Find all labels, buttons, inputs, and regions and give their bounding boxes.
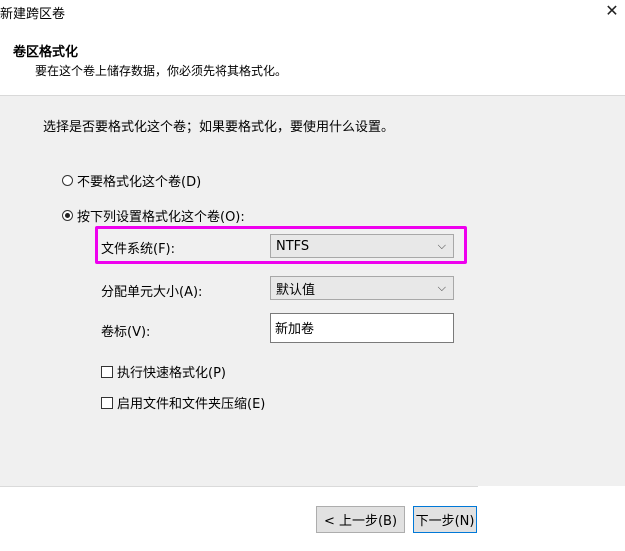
format-label: 按下列设置格式化这个卷(O):	[77, 210, 245, 225]
quick-format-checkbox[interactable]	[101, 365, 113, 378]
compression-label: 启用文件和文件夹压缩(E)	[117, 397, 266, 412]
page-title: 卷区格式化	[13, 45, 79, 60]
format-radio[interactable]	[62, 210, 73, 221]
page-subtitle: 要在这个卷上储存数据，你必须先将其格式化。	[35, 64, 288, 78]
close-icon[interactable]: ✕	[602, 1, 622, 21]
quick-format-label: 执行快速格式化(P)	[117, 366, 226, 381]
allocation-label: 分配单元大小(A):	[101, 285, 203, 300]
back-button[interactable]: < 上一步(B)	[316, 506, 405, 533]
no-format-label: 不要格式化这个卷(D)	[77, 175, 202, 190]
no-format-option[interactable]: 不要格式化这个卷(D)	[62, 171, 201, 190]
no-format-radio[interactable]	[62, 175, 73, 186]
compression-checkbox[interactable]	[101, 396, 113, 409]
footer-divider	[0, 486, 478, 487]
chevron-down-icon: ⌵	[437, 281, 446, 294]
allocation-value: 默认值	[276, 282, 316, 298]
compression-option[interactable]: 启用文件和文件夹压缩(E)	[101, 393, 265, 412]
instruction-text: 选择是否要格式化这个卷；如果要格式化，要使用什么设置。	[43, 120, 395, 135]
allocation-select[interactable]: 默认值 ⌵	[270, 276, 454, 300]
volume-label-label: 卷标(V):	[101, 325, 151, 340]
next-button[interactable]: 下一步(N)	[413, 506, 477, 533]
window-title: 新建跨区卷	[0, 7, 66, 22]
volume-label-input[interactable]: 新加卷	[270, 313, 454, 343]
highlight-box	[95, 226, 467, 264]
format-option[interactable]: 按下列设置格式化这个卷(O):	[62, 206, 245, 225]
quick-format-option[interactable]: 执行快速格式化(P)	[101, 362, 226, 381]
volume-label-value: 新加卷	[275, 322, 315, 337]
